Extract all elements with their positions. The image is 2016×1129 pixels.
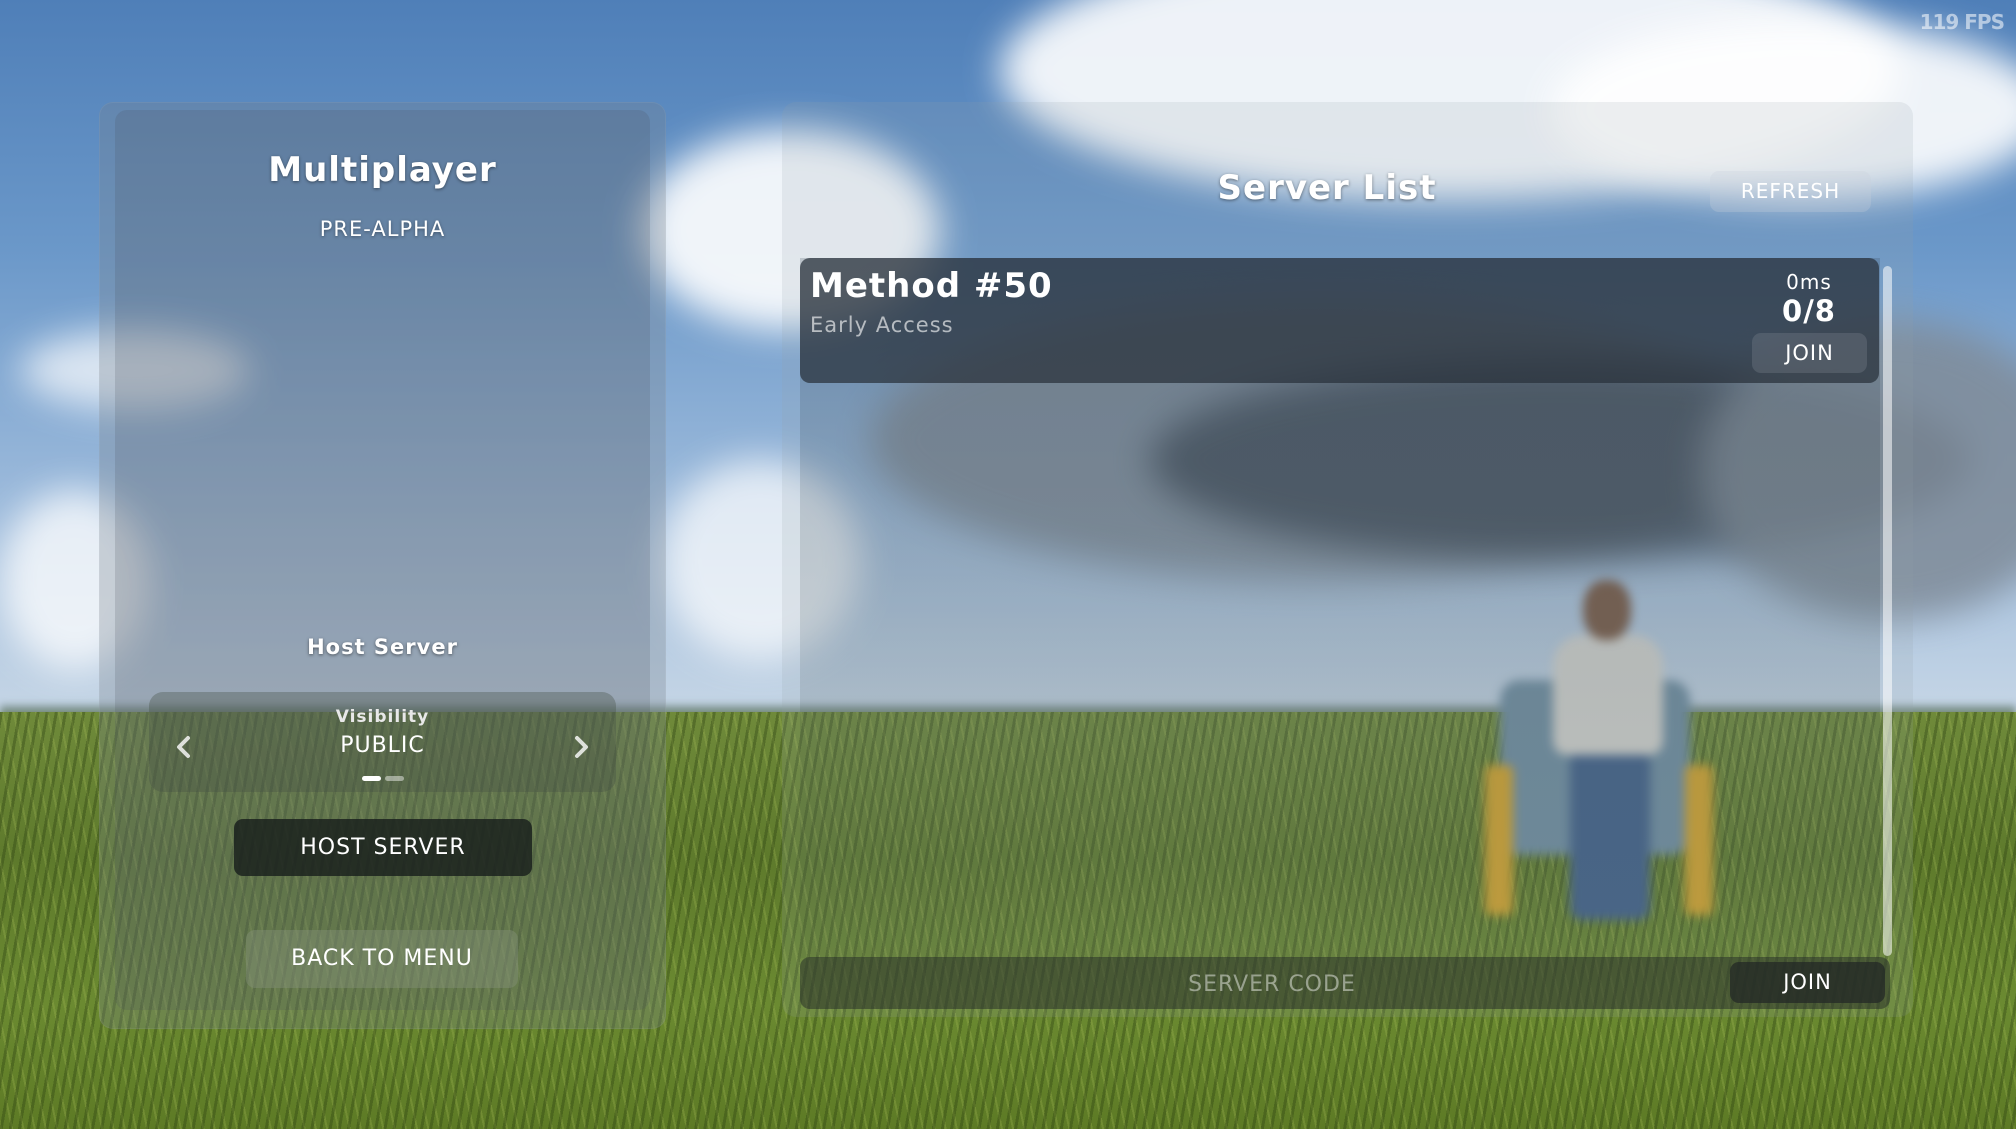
refresh-button[interactable]: REFRESH: [1710, 171, 1871, 212]
panel-title: Multiplayer: [268, 150, 497, 190]
server-ping: 0ms: [1786, 270, 1832, 294]
server-code-bar: JOIN: [800, 957, 1890, 1011]
version-label: PRE-ALPHA: [319, 217, 446, 241]
back-to-menu-button[interactable]: BACK TO MENU: [246, 930, 518, 988]
host-server-heading: Host Server: [307, 635, 458, 659]
server-description: Early Access: [810, 313, 954, 337]
server-code-input[interactable]: [800, 957, 1744, 1011]
chevron-right-icon[interactable]: [566, 732, 596, 762]
visibility-value: PUBLIC: [340, 733, 425, 758]
server-row[interactable]: Method #50 Early Access 0ms 0/8 JOIN: [800, 258, 1879, 383]
indicator-dot: [384, 776, 404, 781]
join-by-code-button[interactable]: JOIN: [1730, 962, 1885, 1003]
server-list-scrollbar[interactable]: [1883, 266, 1892, 956]
indicator-dot-active: [361, 776, 381, 781]
fps-counter: 119 FPS: [1919, 10, 2005, 34]
server-list-title: Server List: [1217, 168, 1437, 208]
visibility-label: Visibility: [335, 707, 430, 727]
join-server-button[interactable]: JOIN: [1752, 333, 1867, 373]
server-player-count: 0/8: [1782, 294, 1836, 328]
host-server-button[interactable]: HOST SERVER: [234, 819, 532, 876]
server-name: Method #50: [810, 266, 1053, 306]
multiplayer-panel: Multiplayer PRE-ALPHA Host Server Visibi…: [99, 102, 666, 1029]
chevron-left-icon[interactable]: [169, 732, 199, 762]
server-list-panel: Server List REFRESH Method #50 Early Acc…: [782, 102, 1913, 1017]
server-list: Method #50 Early Access 0ms 0/8 JOIN: [800, 258, 1880, 958]
visibility-selector: Visibility PUBLIC: [149, 692, 616, 792]
visibility-page-indicator: [149, 776, 616, 781]
